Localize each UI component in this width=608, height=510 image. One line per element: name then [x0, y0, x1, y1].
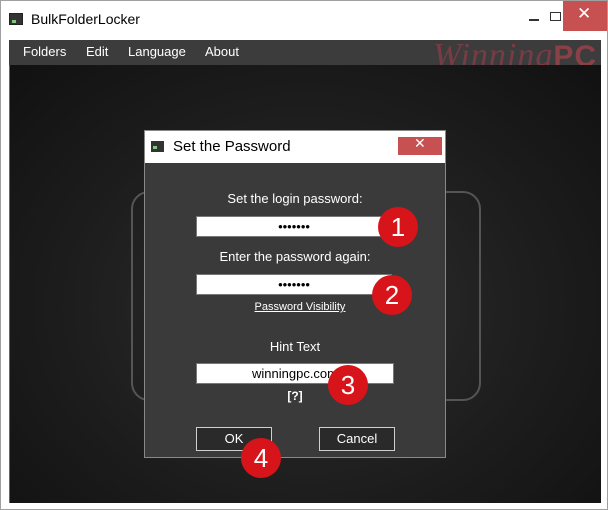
window-close-button[interactable]: ✕	[563, 1, 607, 31]
title-bar: BulkFolderLocker ✕	[1, 1, 607, 39]
cancel-button[interactable]: Cancel	[319, 427, 395, 451]
hint-text-label: Hint Text	[269, 339, 321, 354]
annotation-badge-2: 2	[372, 275, 412, 315]
confirm-password-label: Enter the password again:	[219, 249, 371, 264]
menu-folders[interactable]: Folders	[23, 44, 66, 59]
app-window: BulkFolderLocker ✕ Folders Edit Language…	[0, 0, 608, 510]
dialog-title: Set the Password	[173, 138, 291, 155]
dialog-title-bar: Set the Password ✕	[145, 131, 445, 163]
confirm-password-field[interactable]: •••••••	[196, 274, 392, 295]
menu-edit[interactable]: Edit	[86, 44, 108, 59]
maximize-button[interactable]	[550, 12, 561, 21]
minimize-button[interactable]	[529, 19, 539, 21]
window-title: BulkFolderLocker	[31, 11, 140, 27]
close-icon: ✕	[577, 4, 592, 24]
dialog-close-button[interactable]: ✕	[398, 136, 442, 155]
login-password-label: Set the login password:	[227, 191, 363, 206]
annotation-badge-4: 4	[241, 438, 281, 478]
dialog-app-icon	[151, 141, 164, 152]
close-icon: ✕	[414, 136, 426, 152]
menu-about[interactable]: About	[205, 44, 239, 59]
annotation-badge-3: 3	[328, 365, 368, 405]
menu-language[interactable]: Language	[128, 44, 186, 59]
help-link[interactable]: [?]	[145, 389, 445, 403]
annotation-badge-1: 1	[378, 207, 418, 247]
password-field[interactable]: •••••••	[196, 216, 392, 237]
app-icon	[9, 13, 23, 25]
